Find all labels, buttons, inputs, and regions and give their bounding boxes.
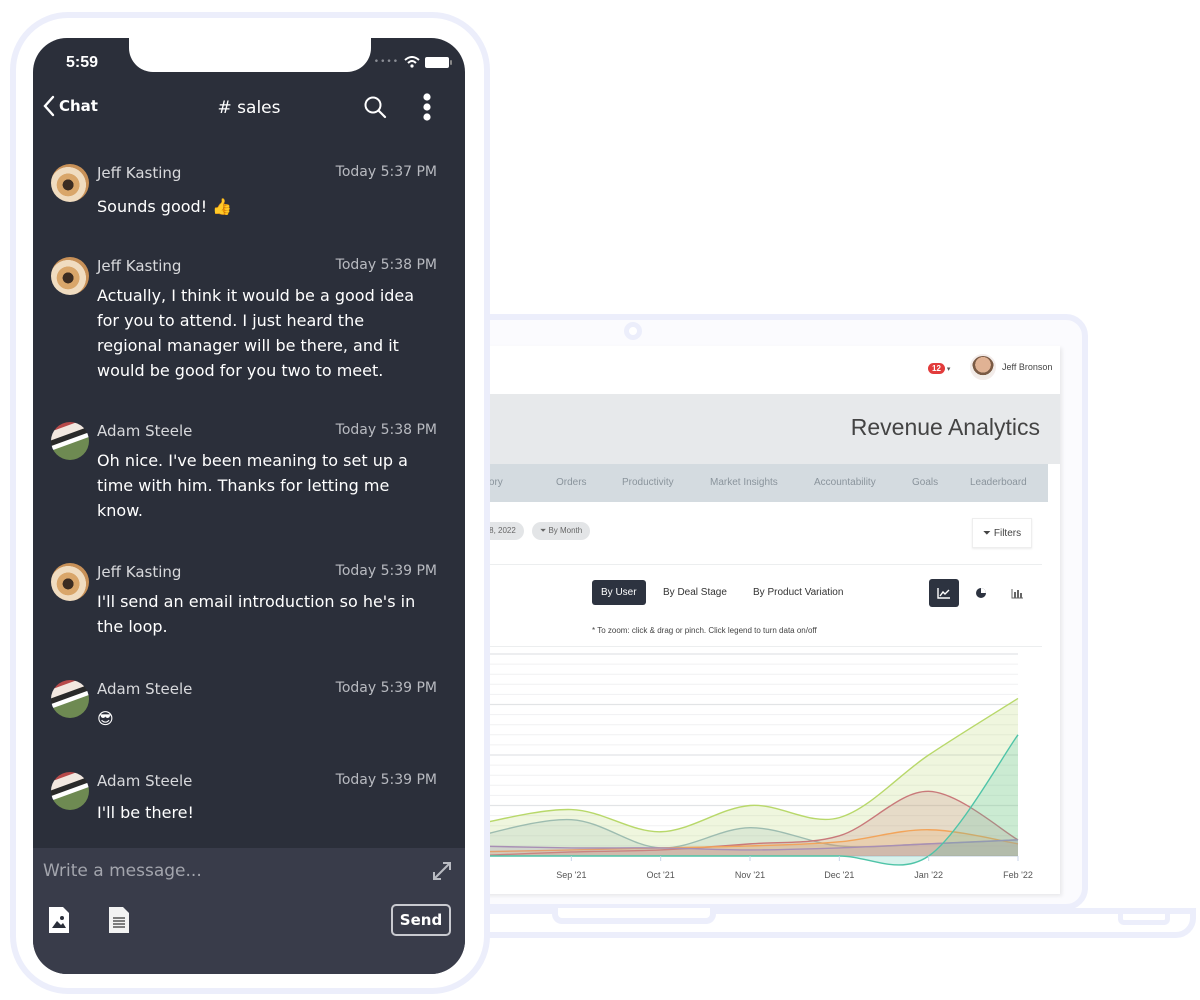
user-menu[interactable]: Jeff Bronson bbox=[970, 354, 1052, 380]
message-author[interactable]: Jeff Kasting bbox=[97, 164, 181, 182]
wifi-icon bbox=[404, 56, 420, 68]
search-icon[interactable] bbox=[363, 95, 387, 119]
notifications-button[interactable]: 12 ▾ bbox=[928, 363, 950, 374]
grouping-chip-label: By Month bbox=[548, 526, 583, 535]
send-button[interactable]: Send bbox=[391, 904, 451, 936]
chat-nav-bar: Chat # sales bbox=[33, 90, 465, 130]
dashboard-topbar: 12 ▾ Jeff Bronson bbox=[470, 346, 1060, 394]
message-text: Sounds good! 👍 bbox=[97, 197, 233, 216]
filter-icon: ⏷ bbox=[982, 527, 991, 539]
message-text: I'll send an email introduction so he's … bbox=[97, 592, 416, 636]
x-tick-label: Jan '22 bbox=[914, 870, 943, 880]
bar-chart-icon bbox=[1011, 588, 1023, 598]
status-icons: •••• bbox=[373, 56, 452, 68]
phone-notch bbox=[129, 38, 371, 72]
user-name: Jeff Bronson bbox=[1002, 362, 1053, 372]
message-composer: Send bbox=[33, 848, 465, 974]
filters-button[interactable]: ⏷ Filters bbox=[972, 518, 1032, 548]
message-author[interactable]: Adam Steele bbox=[97, 422, 192, 440]
message-time: Today 5:38 PM bbox=[335, 422, 437, 438]
tab-market-insights[interactable]: Market Insights bbox=[710, 477, 778, 488]
laptop-trackpad-notch bbox=[552, 908, 716, 924]
page-title: Revenue Analytics bbox=[850, 414, 1040, 440]
marketing-composite: 12 ▾ Jeff Bronson Revenue Analytics vent… bbox=[0, 0, 1200, 1000]
x-tick-label: Sep '21 bbox=[556, 870, 586, 880]
message-text: 😎 bbox=[97, 709, 114, 728]
x-tick-label: Oct '21 bbox=[647, 870, 675, 880]
bar-chart-view-button[interactable] bbox=[1002, 579, 1032, 607]
tab-orders[interactable]: Orders bbox=[556, 477, 587, 488]
pie-chart-icon bbox=[976, 588, 986, 598]
laptop-camera bbox=[624, 322, 642, 340]
message-text: I'll be there! bbox=[97, 803, 194, 822]
dashboard-screen: 12 ▾ Jeff Bronson Revenue Analytics vent… bbox=[470, 346, 1060, 894]
avatar[interactable] bbox=[51, 563, 89, 601]
tab-leaderboard[interactable]: Leaderboard bbox=[970, 477, 1027, 488]
segment-by-product-variation[interactable]: By Product Variation bbox=[744, 580, 852, 605]
message-author[interactable]: Jeff Kasting bbox=[97, 563, 181, 581]
x-tick-label: Feb '22 bbox=[1003, 870, 1033, 880]
pie-chart-view-button[interactable] bbox=[966, 579, 996, 607]
line-chart-view-button[interactable] bbox=[929, 579, 959, 607]
message-text: Actually, I think it would be a good ide… bbox=[97, 286, 415, 380]
zoom-hint: * To zoom: click & drag or pinch. Click … bbox=[592, 626, 817, 635]
divider bbox=[470, 564, 1042, 565]
avatar[interactable] bbox=[51, 422, 89, 460]
expand-icon[interactable] bbox=[431, 860, 453, 882]
message-time: Today 5:39 PM bbox=[335, 680, 437, 696]
chevron-down-icon: ▾ bbox=[946, 364, 951, 373]
avatar[interactable] bbox=[51, 164, 89, 202]
tab-productivity[interactable]: Productivity bbox=[622, 477, 674, 488]
avatar bbox=[970, 354, 996, 380]
status-time: 5:59 bbox=[66, 54, 99, 71]
segment-by-user[interactable]: By User bbox=[592, 580, 646, 605]
message-time: Today 5:38 PM bbox=[335, 257, 437, 273]
revenue-area-chart[interactable]: Sep '21 Oct '21 Nov '21 Dec '21 Jan '22 Feb '… bbox=[470, 646, 1060, 894]
notification-count-badge: 12 bbox=[928, 363, 945, 374]
chat-screen: 5:59 •••• Chat # sales Jeff Kasting Toda… bbox=[33, 38, 465, 974]
channel-title: # sales bbox=[217, 98, 281, 118]
line-chart-icon bbox=[937, 588, 950, 599]
battery-icon bbox=[425, 56, 452, 68]
message-author[interactable]: Adam Steele bbox=[97, 680, 192, 698]
segment-by-deal-stage[interactable]: By Deal Stage bbox=[654, 580, 736, 605]
message-author[interactable]: Jeff Kasting bbox=[97, 257, 181, 275]
tab-goals[interactable]: Goals bbox=[912, 477, 938, 488]
x-tick-label: Nov '21 bbox=[735, 870, 765, 880]
avatar[interactable] bbox=[51, 680, 89, 718]
tab-accountability[interactable]: Accountability bbox=[814, 477, 876, 488]
analytics-tabs: ventory Orders Productivity Market Insig… bbox=[470, 464, 1048, 502]
message-time: Today 5:37 PM bbox=[335, 164, 437, 180]
page-header: Revenue Analytics bbox=[470, 394, 1060, 464]
x-tick-label: Dec '21 bbox=[824, 870, 854, 880]
file-attachment-icon[interactable] bbox=[108, 906, 130, 934]
signal-dots-icon: •••• bbox=[373, 57, 399, 67]
image-attachment-icon[interactable] bbox=[48, 906, 70, 934]
avatar[interactable] bbox=[51, 772, 89, 810]
grouping-chip[interactable]: ⏷ By Month bbox=[531, 522, 591, 540]
message-author[interactable]: Adam Steele bbox=[97, 772, 192, 790]
avatar[interactable] bbox=[51, 257, 89, 295]
message-time: Today 5:39 PM bbox=[335, 772, 437, 788]
message-text: Oh nice. I've been meaning to set up a t… bbox=[97, 451, 408, 520]
filters-label: Filters bbox=[993, 527, 1022, 539]
message-input[interactable] bbox=[43, 860, 403, 882]
more-vertical-icon[interactable] bbox=[420, 92, 434, 122]
laptop-foot bbox=[1118, 913, 1170, 925]
message-time: Today 5:39 PM bbox=[335, 563, 437, 579]
